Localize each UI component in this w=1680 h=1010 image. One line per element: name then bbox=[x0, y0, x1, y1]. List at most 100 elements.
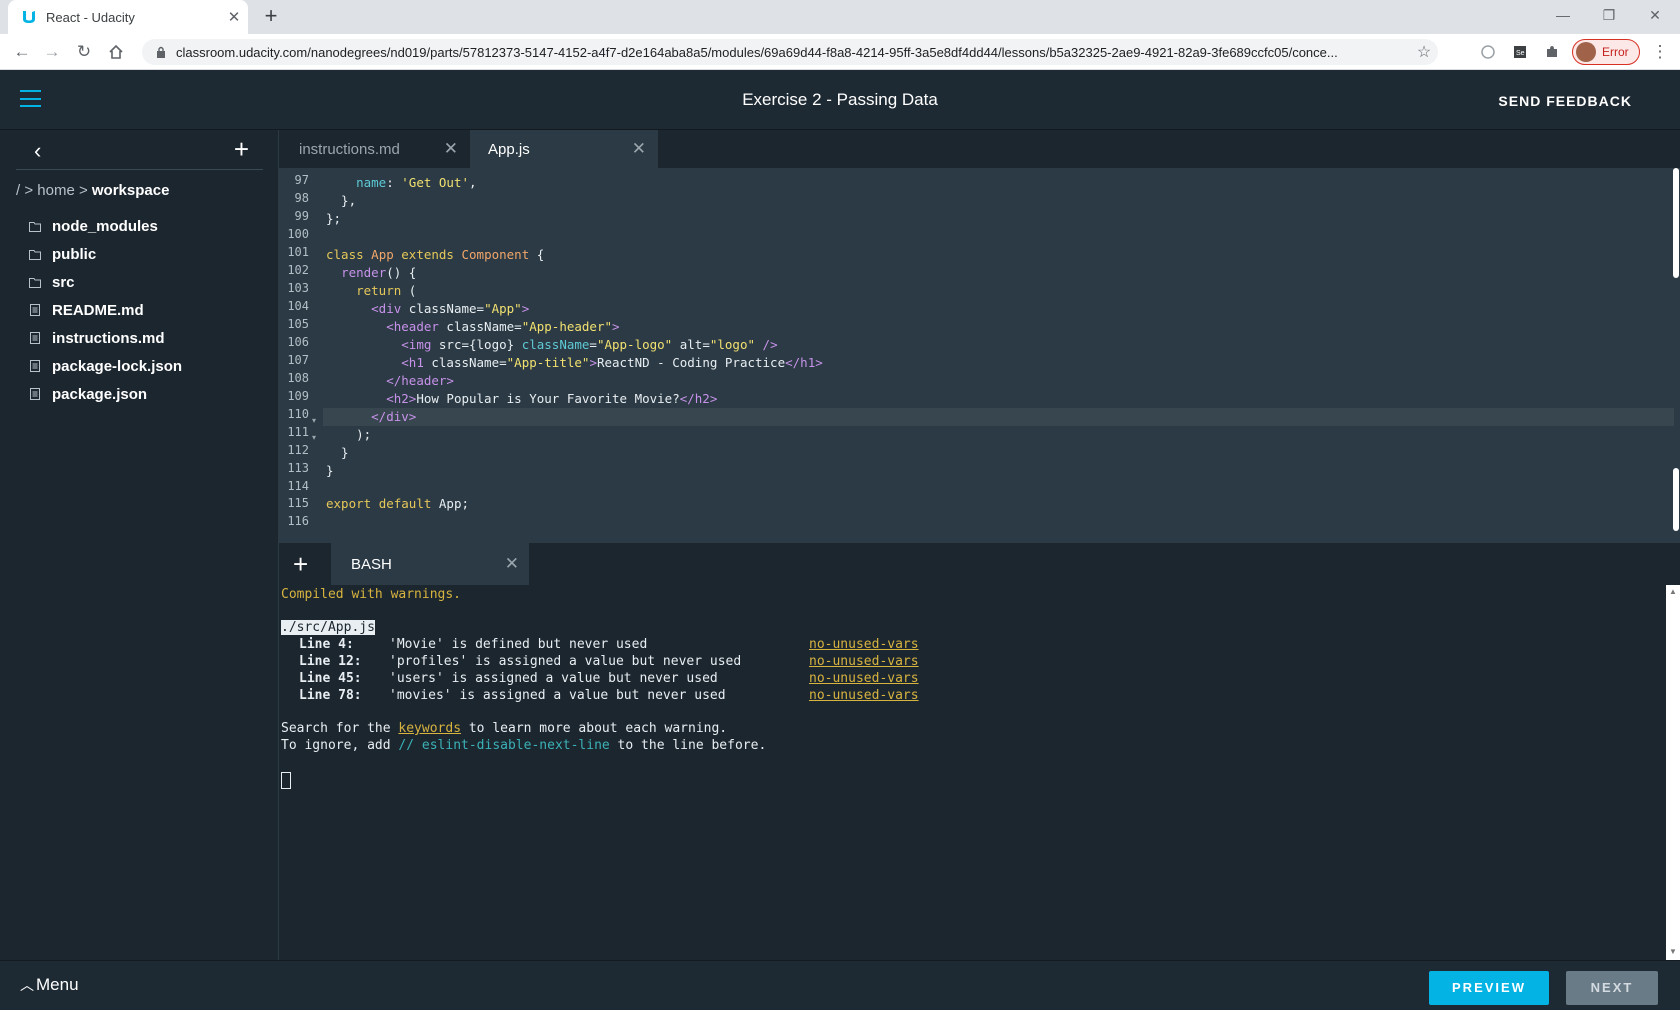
scroll-down-icon[interactable]: ▼ bbox=[1669, 947, 1677, 956]
back-icon[interactable]: ← bbox=[10, 40, 34, 64]
add-terminal-plus-icon[interactable]: + bbox=[293, 549, 308, 580]
close-window-icon[interactable]: ✕ bbox=[1632, 0, 1678, 30]
line-number: 112 bbox=[287, 443, 309, 457]
tab-label: BASH bbox=[351, 556, 392, 573]
scrollbar-thumb[interactable] bbox=[1673, 168, 1679, 278]
tab-instructions-md[interactable]: instructions.md ✕ bbox=[279, 130, 470, 168]
close-icon[interactable]: ✕ bbox=[220, 8, 248, 26]
browser-toolbar: ← → ↻ classroom.udacity.com/nanodegrees/… bbox=[0, 34, 1680, 70]
tab-bash[interactable]: BASH ✕ bbox=[331, 543, 529, 585]
file-item[interactable]: node_modules bbox=[28, 212, 182, 240]
warning-rule-link[interactable]: no-unused-vars bbox=[809, 654, 919, 669]
minimize-icon[interactable]: — bbox=[1540, 0, 1586, 30]
line-number: 114 bbox=[287, 479, 309, 493]
footer-bar: ︿ Menu PREVIEW NEXT bbox=[0, 960, 1680, 1010]
ignore-text-post: to the line before. bbox=[609, 738, 767, 753]
restore-icon[interactable]: ❐ bbox=[1586, 0, 1632, 30]
code-line: class App extends Component { bbox=[326, 247, 545, 262]
line-number: 103 bbox=[287, 281, 309, 295]
terminal-file-path: ./src/App.js bbox=[281, 620, 375, 635]
warning-line: Line 78: 'movies' is assigned a value but… bbox=[281, 688, 919, 703]
editor-scrollbar[interactable] bbox=[1672, 168, 1680, 543]
line-number: 109 bbox=[287, 389, 309, 403]
browser-tab[interactable]: React - Udacity ✕ bbox=[8, 0, 248, 34]
line-number: 102 bbox=[287, 263, 309, 277]
udacity-favicon-icon bbox=[20, 8, 38, 26]
terminal-ignore-line: To ignore, add // eslint-disable-next-li… bbox=[281, 738, 766, 753]
file-icon bbox=[28, 359, 42, 373]
star-icon[interactable]: ☆ bbox=[1410, 42, 1438, 62]
add-file-plus-icon[interactable]: + bbox=[234, 134, 249, 165]
code-editor[interactable]: 97 98 99 100 101 102 103 104 105 106 107 108 109 110 1… bbox=[279, 168, 1680, 543]
url-text: classroom.udacity.com/nanodegrees/nd019/… bbox=[176, 44, 1338, 60]
tab-app-js[interactable]: App.js ✕ bbox=[470, 130, 658, 168]
browser-tabstrip: React - Udacity ✕ + — ❐ ✕ bbox=[0, 0, 1680, 34]
line-number: 107 bbox=[287, 353, 309, 367]
warning-rule-link[interactable]: no-unused-vars bbox=[809, 671, 919, 686]
code-line: export default App; bbox=[326, 496, 470, 511]
file-item[interactable]: src bbox=[28, 268, 182, 296]
fold-arrow-icon[interactable]: ▾ bbox=[312, 433, 316, 442]
file-icon bbox=[28, 303, 42, 317]
forward-icon[interactable]: → bbox=[40, 40, 64, 64]
code-line: name: 'Get Out', bbox=[356, 175, 477, 190]
fold-arrow-icon[interactable]: ▾ bbox=[312, 416, 316, 425]
extension-icon[interactable] bbox=[1476, 40, 1500, 64]
code-line: }; bbox=[326, 211, 342, 226]
new-tab-plus-icon[interactable]: + bbox=[258, 4, 284, 30]
send-feedback-button[interactable]: SEND FEEDBACK bbox=[1498, 93, 1632, 109]
ignore-code: // eslint-disable-next-line bbox=[398, 738, 610, 753]
reload-icon[interactable]: ↻ bbox=[72, 40, 96, 64]
menu-label: Menu bbox=[36, 975, 79, 994]
chevron-up-icon: ︿ bbox=[20, 977, 34, 993]
extension-icon[interactable]: Se bbox=[1508, 40, 1532, 64]
warning-rule-link[interactable]: no-unused-vars bbox=[809, 637, 919, 652]
code-line: </header> bbox=[386, 373, 454, 388]
profile-button[interactable]: Error bbox=[1572, 39, 1640, 65]
file-item[interactable]: public bbox=[28, 240, 182, 268]
file-name: public bbox=[52, 245, 97, 263]
file-name: src bbox=[52, 273, 75, 291]
keywords-link[interactable]: keywords bbox=[398, 721, 461, 736]
line-number: 108 bbox=[287, 371, 309, 385]
scrollbar-thumb[interactable] bbox=[1673, 468, 1679, 531]
code-line: render() { bbox=[341, 265, 417, 280]
file-icon bbox=[28, 331, 42, 345]
preview-button[interactable]: PREVIEW bbox=[1429, 971, 1549, 1005]
home-icon[interactable] bbox=[104, 40, 128, 64]
code-line: </div> bbox=[371, 409, 417, 424]
terminal-tabbar: + BASH ✕ bbox=[279, 543, 1680, 585]
search-text-pre: Search for the bbox=[281, 721, 399, 736]
breadcrumb-path[interactable]: / > home > bbox=[16, 182, 92, 199]
line-number: 116 bbox=[287, 514, 309, 528]
address-bar[interactable]: classroom.udacity.com/nanodegrees/nd019/… bbox=[142, 39, 1438, 65]
page-title: Exercise 2 - Passing Data bbox=[742, 90, 938, 109]
close-icon[interactable]: ✕ bbox=[505, 554, 519, 574]
ignore-text-pre: To ignore, add bbox=[281, 738, 399, 753]
close-icon[interactable]: ✕ bbox=[632, 139, 646, 159]
kebab-menu-icon[interactable]: ⋮ bbox=[1648, 40, 1672, 64]
breadcrumb-current[interactable]: workspace bbox=[92, 182, 170, 199]
file-item[interactable]: README.md bbox=[28, 296, 182, 324]
browser-tab-title: React - Udacity bbox=[46, 9, 135, 25]
folder-icon bbox=[28, 275, 42, 289]
file-item[interactable]: instructions.md bbox=[28, 324, 182, 352]
terminal[interactable]: Compiled with warnings. ./src/App.js Lin… bbox=[279, 585, 1680, 960]
terminal-compiled-line: Compiled with warnings. bbox=[281, 587, 462, 602]
file-item[interactable]: package-lock.json bbox=[28, 352, 182, 380]
code-line: <div className="App"> bbox=[371, 301, 530, 316]
scroll-up-icon[interactable]: ▲ bbox=[1669, 587, 1677, 596]
line-number: 105 bbox=[287, 317, 309, 331]
close-icon[interactable]: ✕ bbox=[444, 139, 458, 159]
chevron-left-icon[interactable]: ‹ bbox=[34, 138, 41, 164]
menu-button[interactable]: ︿ Menu bbox=[20, 975, 79, 995]
file-name: package-lock.json bbox=[52, 357, 183, 375]
file-item[interactable]: package.json bbox=[28, 380, 182, 408]
file-icon bbox=[28, 387, 42, 401]
tab-label: App.js bbox=[488, 140, 530, 158]
next-button[interactable]: NEXT bbox=[1566, 971, 1658, 1005]
puzzle-icon[interactable] bbox=[1540, 40, 1564, 64]
warning-rule-link[interactable]: no-unused-vars bbox=[809, 688, 919, 703]
code-line: }, bbox=[326, 193, 357, 208]
terminal-scrollbar[interactable]: ▲ ▼ bbox=[1666, 585, 1680, 960]
